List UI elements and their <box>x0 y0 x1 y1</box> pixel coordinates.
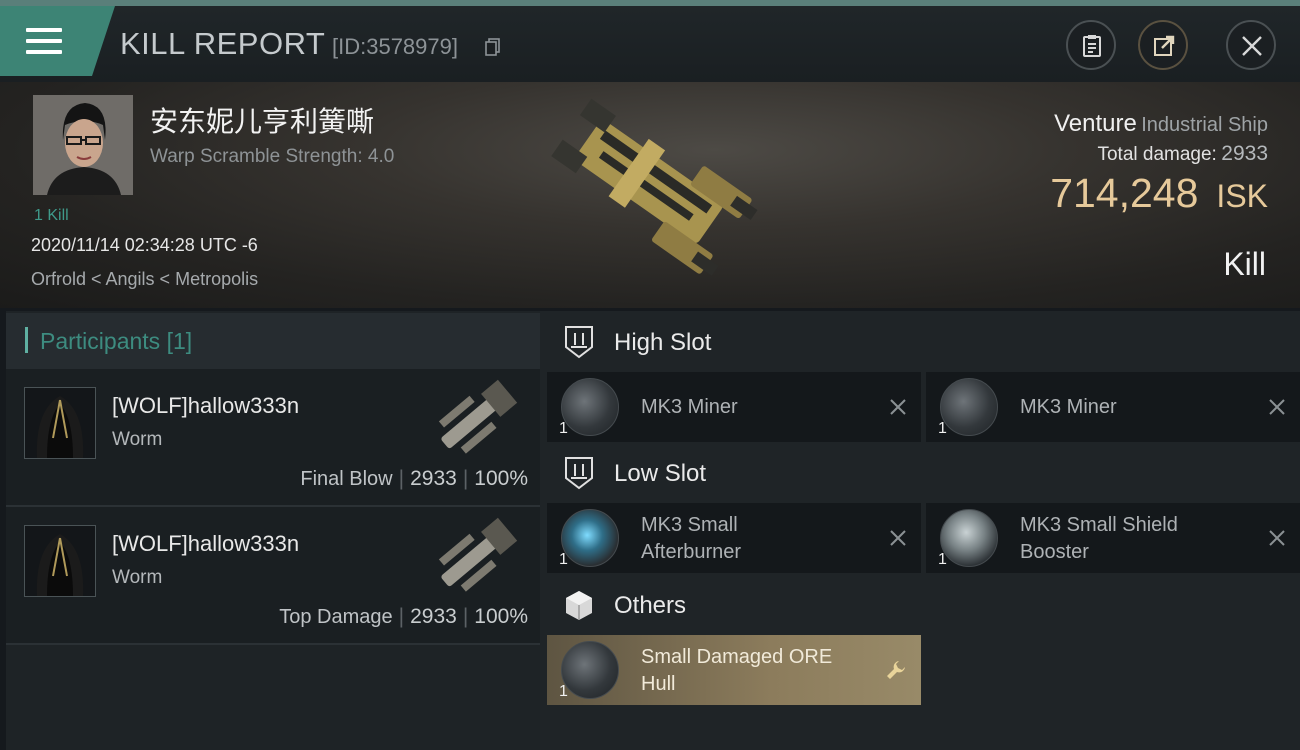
participant-damage: 2933 <box>410 467 457 490</box>
participant-name[interactable]: [WOLF]hallow333n <box>112 531 299 557</box>
kill-result: Kill <box>1223 246 1266 282</box>
module-icon <box>940 509 998 567</box>
module-name: MK3 Miner <box>641 394 738 421</box>
participants-title-label: Participants <box>40 328 161 354</box>
total-damage-value: 2933 <box>1221 142 1268 165</box>
isk-value: 714,248 <box>1050 170 1199 216</box>
others-title: Others <box>614 592 687 619</box>
participant-avatar[interactable] <box>24 525 96 597</box>
total-damage-label: Total damage: <box>1097 144 1217 165</box>
module-item[interactable]: 1 MK3 Small Afterburner <box>547 503 921 573</box>
module-icon <box>561 641 619 699</box>
high-slot-title: High Slot <box>614 329 712 356</box>
module-quantity: 1 <box>559 551 568 568</box>
module-name: MK3 Small Shield Booster <box>1020 512 1178 566</box>
participant-avatar[interactable] <box>24 387 96 459</box>
module-name-line1: MK3 Miner <box>1020 396 1117 418</box>
clipboard-button[interactable] <box>1066 20 1116 70</box>
module-item[interactable]: 1 MK3 Small Shield Booster <box>926 503 1300 573</box>
module-icon <box>940 378 998 436</box>
participant-card[interactable]: [WOLF]hallow333n Worm Final Blow | 2933 | 10… <box>6 369 540 505</box>
participant-ship-image <box>438 379 518 454</box>
module-name: MK3 Small Afterburner <box>641 512 741 566</box>
module-quantity: 1 <box>559 683 568 700</box>
module-name-line1: MK3 Small <box>641 514 738 536</box>
clipboard-icon <box>1083 35 1101 57</box>
kill-timestamp: 2020/11/14 02:34:28 UTC -6 <box>31 235 258 255</box>
module-item[interactable]: 1 MK3 Miner <box>547 372 921 442</box>
module-quantity: 1 <box>938 420 947 437</box>
participant-stats: Final Blow | 2933 | 100% <box>300 467 528 490</box>
wrench-icon <box>887 661 905 679</box>
victim-portrait[interactable] <box>33 95 133 195</box>
participant-ship-image <box>438 517 518 592</box>
participant-role: Top Damage <box>279 606 393 628</box>
module-name-line2: Afterburner <box>641 541 742 563</box>
isk-value-line: 714,248 ISK <box>1050 170 1268 217</box>
module-icon <box>561 509 619 567</box>
dropped-item[interactable]: 1 Small Damaged ORE Hull <box>547 635 921 705</box>
ship-class: Industrial Ship <box>1141 114 1268 136</box>
participants-count: [1] <box>166 328 193 354</box>
kill-location: Orfrold < Angils < Metropolis <box>31 269 259 289</box>
low-slot-title: Low Slot <box>614 460 707 487</box>
report-id: [ID:3578979] <box>332 34 458 59</box>
destroyed-x-icon <box>890 399 906 415</box>
participant-percent: 100% <box>474 467 528 490</box>
copy-icon[interactable] <box>485 38 501 56</box>
module-quantity: 1 <box>938 551 947 568</box>
victim-ship-image <box>551 98 758 276</box>
module-name-line2: Hull <box>641 673 676 695</box>
module-name-line1: MK3 Miner <box>641 396 738 418</box>
victim-kill-count: 1 Kill <box>34 207 69 224</box>
module-name-line1: Small Damaged ORE <box>641 646 833 668</box>
module-name: Small Damaged ORE Hull <box>641 644 832 698</box>
victim-name: 安东妮儿亨利簧嘶 <box>150 106 375 137</box>
participants-accent-bar <box>25 327 28 353</box>
cube-icon <box>566 591 592 620</box>
ship-type-line: Venture Industrial Ship <box>1054 110 1268 138</box>
module-name-line2: Booster <box>1020 541 1089 563</box>
module-name-line1: MK3 Small Shield <box>1020 514 1178 536</box>
ship-name[interactable]: Venture <box>1054 110 1137 137</box>
isk-unit: ISK <box>1216 178 1268 214</box>
destroyed-x-icon <box>890 530 906 546</box>
participant-stats: Top Damage | 2933 | 100% <box>279 605 528 628</box>
participant-ship: Worm <box>112 429 163 450</box>
destroyed-x-icon <box>1269 399 1285 415</box>
participant-damage: 2933 <box>410 605 457 628</box>
module-icon <box>561 378 619 436</box>
high-slot-icon <box>565 326 593 359</box>
module-name: MK3 Miner <box>1020 394 1117 421</box>
warp-scramble-strength: Warp Scramble Strength: 4.0 <box>150 146 395 167</box>
module-quantity: 1 <box>559 420 568 437</box>
close-button[interactable] <box>1226 20 1276 70</box>
destroyed-x-icon <box>1269 530 1285 546</box>
total-damage-line: Total damage: 2933 <box>1097 142 1268 166</box>
participant-card[interactable]: [WOLF]hallow333n Worm Top Damage | 2933 | 10… <box>6 507 540 643</box>
module-item[interactable]: 1 MK3 Miner <box>926 372 1300 442</box>
divider <box>6 643 540 645</box>
participants-title: Participants [1] <box>40 328 192 355</box>
participant-name[interactable]: [WOLF]hallow333n <box>112 393 299 419</box>
hamburger-icon <box>26 28 62 56</box>
share-button[interactable] <box>1138 20 1188 70</box>
page-title: KILL REPORT <box>120 26 326 61</box>
share-icon <box>1154 35 1175 56</box>
close-icon <box>1242 36 1262 56</box>
low-slot-icon <box>565 457 593 490</box>
participant-ship: Worm <box>112 567 163 588</box>
participant-role: Final Blow <box>300 468 393 490</box>
participant-percent: 100% <box>474 605 528 628</box>
